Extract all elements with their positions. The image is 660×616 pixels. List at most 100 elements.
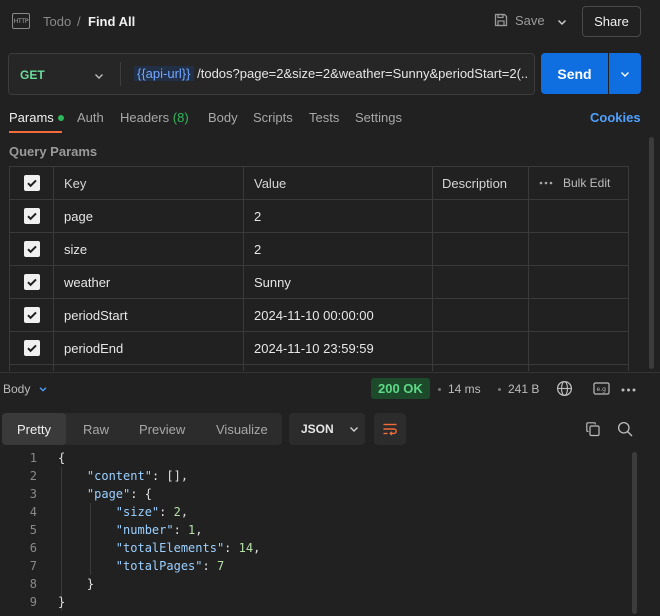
param-value-cell[interactable]: Sunny (244, 266, 433, 298)
param-description-cell[interactable] (433, 200, 529, 232)
format-select[interactable]: JSON (289, 413, 365, 445)
table-row-partial (10, 365, 628, 371)
param-value-cell[interactable]: 2024-11-10 00:00:00 (244, 299, 433, 331)
wrap-lines-icon (383, 423, 397, 436)
separator-dot (498, 387, 501, 391)
check-icon (26, 245, 37, 254)
chevron-down-icon[interactable] (556, 16, 568, 28)
table-row: size 2 (10, 233, 628, 266)
params-scrollbar[interactable] (649, 137, 654, 369)
response-size[interactable]: 241 B (498, 382, 539, 396)
more-horizontal-icon[interactable] (621, 387, 636, 393)
table-header-row: Key Value Description Bulk Edit (10, 167, 628, 200)
param-key-cell[interactable]: weather (54, 266, 244, 298)
param-extra-cell (529, 200, 628, 232)
cookies-link[interactable]: Cookies (590, 110, 641, 125)
active-dot-icon (57, 114, 64, 121)
line-number: 8 (29, 577, 37, 591)
code-text: "totalPages": 7 (115, 559, 225, 573)
param-value: 2024-11-10 23:59:59 (254, 340, 374, 356)
param-description-cell[interactable] (433, 332, 529, 364)
param-key-cell[interactable]: periodEnd (54, 332, 244, 364)
param-description-cell[interactable] (433, 233, 529, 265)
param-extra-cell (529, 233, 628, 265)
svg-text:e.g: e.g (597, 386, 607, 393)
pane-divider[interactable] (0, 372, 660, 373)
bulk-edit-button[interactable]: Bulk Edit (539, 176, 610, 190)
param-checkbox[interactable] (23, 241, 40, 257)
code-text: "page": { (86, 487, 152, 501)
row-check-cell (10, 365, 54, 371)
format-value: JSON (301, 422, 334, 436)
tab-pretty[interactable]: Pretty (2, 413, 66, 445)
headers-count: (8) (172, 110, 189, 125)
code-line: 7 "totalPages": 7 (0, 557, 640, 575)
param-key-cell[interactable]: periodStart (54, 299, 244, 331)
tab-body[interactable]: Body (208, 110, 238, 125)
request-name[interactable]: Find All (88, 14, 135, 29)
status-badge[interactable]: 200 OK (371, 378, 430, 399)
tab-visualize[interactable]: Visualize (216, 413, 268, 445)
param-key-cell[interactable]: size (54, 233, 244, 265)
code-text: } (58, 595, 66, 609)
query-params-title: Query Params (9, 144, 98, 159)
line-number: 7 (29, 559, 37, 573)
save-label: Save (515, 12, 545, 28)
param-key-cell[interactable]: page (54, 200, 244, 232)
tab-settings[interactable]: Settings (355, 110, 402, 125)
code-text: { (58, 451, 66, 465)
column-header-description: Description (433, 167, 529, 199)
param-checkbox[interactable] (23, 208, 40, 224)
check-icon (26, 212, 37, 221)
param-key: size (64, 241, 88, 257)
tab-tests[interactable]: Tests (309, 110, 339, 125)
wrap-lines-button[interactable] (374, 413, 406, 445)
response-body-editor[interactable]: 1{ 2 "content": [], 3 "page": { 4 "size"… (0, 449, 640, 611)
method-select[interactable]: GET (20, 68, 45, 82)
param-value-cell[interactable]: 2 (244, 200, 433, 232)
check-icon (26, 278, 37, 287)
tab-preview[interactable]: Preview (139, 413, 185, 445)
param-checkbox[interactable] (23, 274, 40, 290)
send-button[interactable]: Send (541, 53, 608, 94)
save-button[interactable]: Save (493, 12, 545, 28)
url-input[interactable]: {{api-url}} /todos?page=2&size=2&weather… (134, 66, 529, 81)
row-check-cell (10, 299, 54, 331)
globe-icon[interactable] (556, 380, 573, 397)
select-all-checkbox[interactable] (23, 175, 40, 191)
line-number: 6 (29, 541, 37, 555)
param-description-cell[interactable] (433, 299, 529, 331)
param-checkbox[interactable] (23, 307, 40, 323)
response-body-selector[interactable]: Body (3, 382, 48, 396)
query-params-table: Key Value Description Bulk Edit page 2 s… (9, 166, 629, 371)
send-options-button[interactable] (609, 53, 641, 94)
param-description-cell[interactable] (433, 266, 529, 298)
response-scrollbar[interactable] (632, 452, 637, 614)
share-button[interactable]: Share (582, 6, 641, 37)
copy-icon[interactable] (585, 421, 601, 437)
param-checkbox[interactable] (23, 340, 40, 356)
more-horizontal-icon (539, 181, 553, 185)
save-response-icon[interactable]: e.g (593, 381, 610, 396)
chevron-down-icon[interactable] (93, 70, 105, 82)
param-value-cell[interactable]: 2 (244, 233, 433, 265)
tab-auth[interactable]: Auth (77, 110, 104, 125)
code-line: 8 } (0, 575, 640, 593)
code-line: 1{ (0, 449, 640, 467)
line-number: 4 (29, 505, 37, 519)
param-value: 2 (254, 241, 262, 257)
chevron-down-icon (621, 71, 629, 77)
tab-scripts[interactable]: Scripts (253, 110, 293, 125)
tab-headers[interactable]: Headers (8) (120, 110, 189, 125)
breadcrumb-separator: / (77, 14, 81, 29)
code-text: "size": 2, (115, 505, 189, 519)
breadcrumb-collection[interactable]: Todo (43, 14, 71, 29)
line-number: 2 (29, 469, 37, 483)
tab-raw[interactable]: Raw (83, 413, 109, 445)
search-icon[interactable] (617, 421, 633, 437)
param-value-cell[interactable]: 2024-11-10 23:59:59 (244, 332, 433, 364)
param-value: Sunny (254, 274, 291, 290)
response-time[interactable]: 14 ms (438, 382, 481, 396)
table-row: weather Sunny (10, 266, 628, 299)
tab-params[interactable]: Params (9, 110, 64, 125)
